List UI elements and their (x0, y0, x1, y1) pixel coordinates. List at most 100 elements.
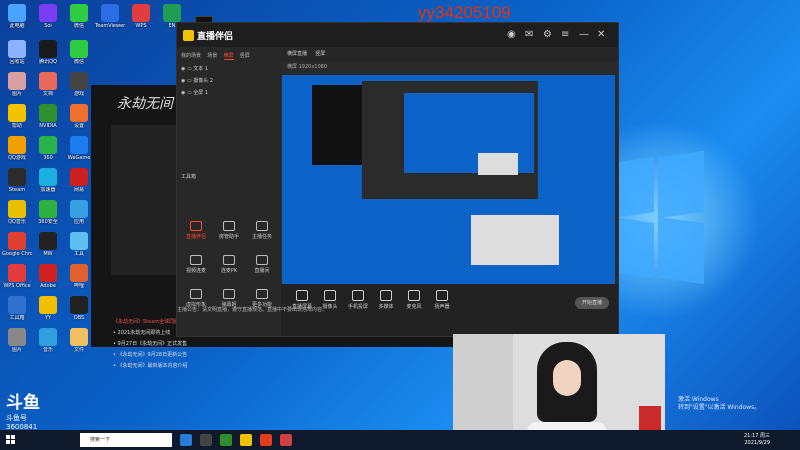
live-taskbar-icon[interactable] (260, 434, 272, 446)
desktop-icon-label: 360安全 (38, 219, 58, 225)
desktop-icon[interactable]: MW (33, 232, 63, 262)
desktop-icon[interactable]: 图片 (2, 328, 32, 358)
desktop-icon[interactable]: 工具箱 (2, 296, 32, 326)
tool-task[interactable]: 主播任务 (247, 219, 277, 249)
streaming-app-window: 直播伴侣 ◉ ✉ ⚙ ≡ — ✕ 我的场景 场景 横屏 竖屏 ◉ ▭ 文本 1 … (176, 22, 619, 337)
desktop-icon-label: 回收站 (9, 59, 25, 65)
desktop-icon[interactable]: 音乐 (33, 328, 63, 358)
desktop-icon[interactable]: TeamViewer (95, 4, 125, 34)
desktop-icon[interactable]: NVIDIA (33, 104, 63, 134)
desktop-icon[interactable]: 文件 (64, 328, 94, 358)
desktop-icon[interactable]: Adobe (33, 264, 63, 294)
tool-label: 直播间 (254, 268, 270, 274)
desktop-icon-label: MW (43, 251, 53, 257)
desktop-icon[interactable]: 设置 (64, 104, 94, 134)
desktop-icon-label: 微信 (73, 23, 84, 29)
desktop-icon[interactable]: 游戏 (64, 72, 94, 102)
app-icon (70, 72, 88, 90)
tool-pk[interactable]: 连麦PK (214, 253, 244, 283)
tab-portrait[interactable]: 竖屏 (240, 53, 250, 59)
edge-icon[interactable] (180, 434, 192, 446)
desktop-icon[interactable]: Google Chrome (2, 232, 32, 262)
desktop-icon[interactable]: 360 (33, 136, 63, 166)
tab-my-scenes[interactable]: 我的场景 (181, 53, 201, 59)
app-icon (70, 40, 88, 58)
desktop-icon[interactable]: Soi (33, 4, 63, 34)
desktop-icon-label: QQ游戏 (8, 155, 26, 161)
tab-scenes[interactable]: 场景 (207, 53, 217, 59)
desktop-icon-label: 微信 (73, 59, 84, 65)
desktop-icon[interactable]: 图片 (2, 72, 32, 102)
desktop-icon[interactable]: OBS (64, 296, 94, 326)
tab-landscape[interactable]: 横屏 (223, 53, 234, 60)
app-titlebar: 直播伴侣 ◉ ✉ ⚙ ≡ — ✕ (177, 23, 618, 47)
tool-room[interactable]: 直播间 (247, 253, 277, 283)
app-icon (70, 168, 88, 186)
desktop-icon-label: Adobe (40, 283, 56, 289)
tool-label: 视频连麦 (185, 268, 206, 274)
scene-item[interactable]: ◉ ▭ 文本 1 (181, 65, 277, 75)
desktop-icon-label: Google Chrome (2, 251, 32, 257)
taskbar: 搜索一下 21:17 周三 2021/9/29 (0, 430, 800, 450)
explorer-icon[interactable] (240, 434, 252, 446)
start-icon[interactable] (6, 435, 16, 445)
app-taskbar-icon[interactable] (220, 434, 232, 446)
doc-title: 永劫无间 (117, 96, 173, 112)
desktop-icon-label: 工具 (73, 251, 84, 257)
desktop-icon[interactable]: 加速器 (33, 168, 63, 198)
tool-user[interactable]: 房管助手 (214, 219, 244, 249)
desktop-icon[interactable]: 哔哩 (64, 264, 94, 294)
desktop-icon[interactable]: 网易 (64, 168, 94, 198)
taskbar-search[interactable]: 搜索一下 (80, 433, 172, 447)
desktop-icon-label: 哔哩 (73, 283, 84, 289)
preview-tab[interactable]: 竖屏 (315, 51, 325, 57)
app-title: 直播伴侣 (197, 32, 234, 42)
app-icon (8, 72, 26, 90)
desktop-icon[interactable]: 微信 (64, 4, 94, 34)
desktop-icon[interactable]: WPS Office (2, 264, 32, 294)
desktop-icon-label: WPS (135, 23, 147, 29)
steam-taskbar-icon[interactable] (200, 434, 212, 446)
scene-item[interactable]: ◉ ▭ 全屏 1 (181, 89, 277, 99)
preview-tab[interactable]: 横屏直播 (287, 51, 307, 57)
close-icon[interactable]: ✕ (597, 29, 605, 40)
desktop-icon[interactable]: QQ音乐 (2, 200, 32, 230)
settings-icon[interactable]: ⚙ (543, 29, 552, 40)
desktop-icon-label: 音乐 (42, 347, 53, 353)
desktop-icon[interactable]: Steam (2, 168, 32, 198)
desktop-icon[interactable]: YY (33, 296, 63, 326)
system-tray[interactable]: 21:17 周三 2021/9/29 (744, 433, 770, 447)
desktop-icon[interactable]: 腾讯QQ (33, 40, 63, 70)
app-icon (70, 264, 88, 282)
user-icon (223, 221, 235, 231)
tool-live[interactable]: 直播伴侣 (181, 219, 211, 249)
desktop-icon-label: 网易 (73, 187, 84, 193)
live-icon (190, 221, 202, 231)
app-icon (8, 200, 26, 218)
desktop-icon[interactable]: 文档 (33, 72, 63, 102)
desktop-icon-label: 图片 (11, 91, 22, 97)
tool-video[interactable]: 视频连麦 (181, 253, 211, 283)
desktop-icon[interactable]: 360安全 (33, 200, 63, 230)
menu-icon[interactable]: ≡ (561, 29, 569, 40)
desktop-icon[interactable]: 帮助 (2, 104, 32, 134)
desktop-icon[interactable]: 微信 (64, 40, 94, 70)
app-icon (70, 4, 88, 22)
desktop-icon[interactable]: 应用 (64, 200, 94, 230)
media-icon (380, 290, 392, 301)
desktop-icon-label: Soi (44, 23, 52, 29)
desktop-icon[interactable]: WeGame (64, 136, 94, 166)
scene-item[interactable]: ◉ ▭ 摄像头 2 (181, 77, 277, 87)
minimize-icon[interactable]: — (579, 29, 589, 40)
desktop-icon[interactable]: QQ游戏 (2, 136, 32, 166)
danmaku-icon (223, 289, 235, 299)
message-icon[interactable]: ✉ (525, 29, 533, 40)
app-icon (39, 136, 57, 154)
desktop-icon-label: 此电脑 (9, 23, 25, 29)
desktop-icon[interactable]: 回收站 (2, 40, 32, 70)
desktop-icon[interactable]: 此电脑 (2, 4, 32, 34)
desktop-icon[interactable]: 工具 (64, 232, 94, 262)
avatar-icon[interactable]: ◉ (507, 29, 516, 40)
app-taskbar-icon[interactable] (280, 434, 292, 446)
desktop-icon[interactable]: WPS (126, 4, 156, 34)
